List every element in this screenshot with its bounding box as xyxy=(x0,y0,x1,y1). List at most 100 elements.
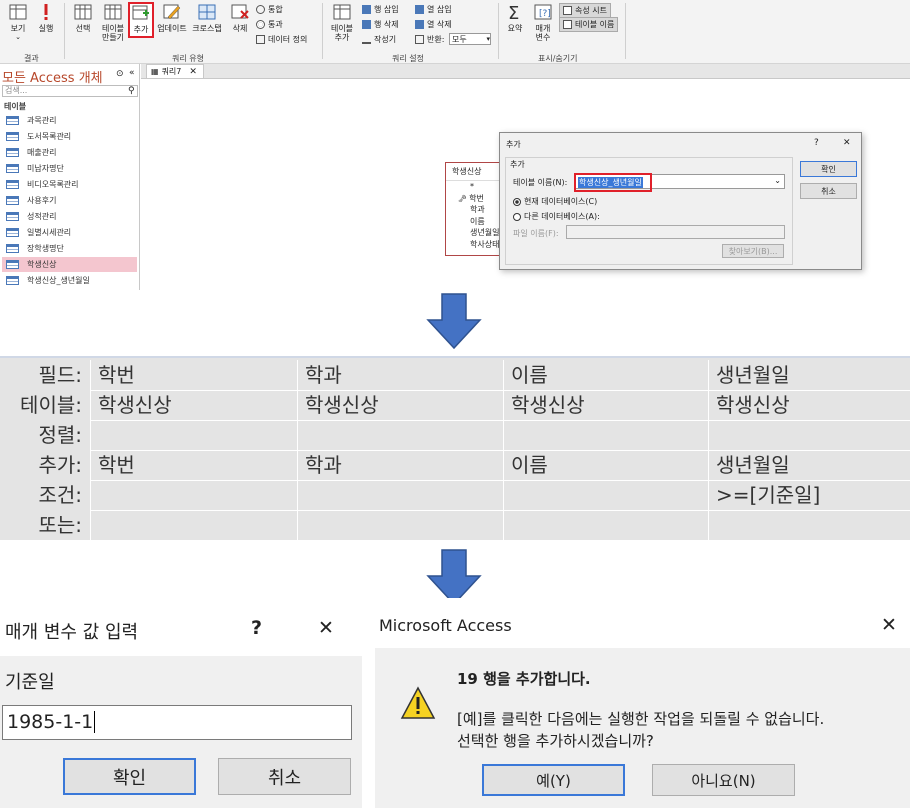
nav-item[interactable]: 사용후기 xyxy=(2,193,137,208)
table-icon xyxy=(6,180,19,189)
grid-cell[interactable] xyxy=(503,420,708,450)
cancel-button[interactable]: 취소 xyxy=(218,758,351,795)
property-sheet-button[interactable]: 속성 시트 xyxy=(559,3,611,18)
query-type-group-label: 쿼리 유형 xyxy=(172,54,204,63)
nav-item[interactable]: 일별시세관리 xyxy=(2,225,137,240)
parameters-button[interactable]: [?] 매개 변수 xyxy=(530,3,556,42)
grid-cell[interactable] xyxy=(503,510,708,540)
delete-query-button[interactable]: 삭제 xyxy=(227,3,253,33)
nav-menu-icon[interactable]: ⊙ xyxy=(116,69,124,79)
grid-cell[interactable]: 생년월일 xyxy=(708,360,910,390)
grid-cell[interactable]: 학과 xyxy=(297,450,503,480)
nav-category-tables[interactable]: 테이블 xyxy=(4,101,26,112)
grid-cell[interactable]: 학과 xyxy=(297,360,503,390)
grid-cell[interactable]: >=[기준일] xyxy=(708,480,910,510)
field-item[interactable]: 학과 xyxy=(446,204,504,216)
close-icon[interactable]: ✕ xyxy=(843,138,851,148)
field-item[interactable]: 🗝 학번 xyxy=(446,193,504,205)
collapse-icon[interactable]: « xyxy=(129,68,135,78)
file-name-input[interactable] xyxy=(566,225,785,239)
current-db-radio[interactable]: 현재 데이터베이스(C) xyxy=(513,196,597,207)
run-button[interactable]: 실행 xyxy=(34,3,58,33)
passthrough-query-button[interactable]: 통과 xyxy=(256,19,283,30)
ribbon: 보기 ⌄ 실행 결과 선택 테이블 만들기 추가 업데이트 크로스탭 삭제 통합 … xyxy=(0,0,910,64)
table-icon xyxy=(6,276,19,285)
grid-row-label: 조건: xyxy=(38,483,82,507)
group-separator xyxy=(498,3,499,59)
grid-cell[interactable]: 학번 xyxy=(90,360,297,390)
document-tab[interactable]: ▦ 쿼리7 ✕ xyxy=(146,64,204,78)
grid-cell[interactable]: 이름 xyxy=(503,360,708,390)
make-table-button[interactable]: 테이블 만들기 xyxy=(99,3,127,42)
grid-cell[interactable]: 학생신상 xyxy=(90,390,297,420)
grid-cell[interactable] xyxy=(90,510,297,540)
other-db-radio[interactable]: 다른 데이터베이스(A): xyxy=(513,211,600,222)
nav-item[interactable]: 매출관리 xyxy=(2,145,137,160)
insert-columns-button[interactable]: 열 삽입 xyxy=(415,4,452,15)
nav-item[interactable]: 도서목록관리 xyxy=(2,129,137,144)
totals-button[interactable]: Σ 요약 xyxy=(503,3,527,33)
grid-cell[interactable]: 학번 xyxy=(90,450,297,480)
parameter-value-input[interactable]: 1985-1-1 xyxy=(2,705,352,740)
nav-item[interactable]: 학생신상 xyxy=(2,257,137,272)
close-icon[interactable]: ✕ xyxy=(318,617,334,639)
field-item[interactable]: 생년월일 xyxy=(446,227,504,239)
view-button[interactable]: 보기 ⌄ xyxy=(6,3,30,42)
close-icon[interactable]: ✕ xyxy=(881,614,897,636)
query-setup-group-label: 쿼리 설정 xyxy=(392,54,424,63)
delete-columns-button[interactable]: 열 삭제 xyxy=(415,19,452,30)
builder-button[interactable]: 작성기 xyxy=(362,34,396,45)
cancel-button[interactable]: 취소 xyxy=(800,183,857,199)
grid-cell[interactable]: 학생신상 xyxy=(297,390,503,420)
close-tab-icon[interactable]: ✕ xyxy=(189,67,197,77)
grid-cell[interactable] xyxy=(297,480,503,510)
grid-cell[interactable] xyxy=(708,510,910,540)
browse-button[interactable]: 찾아보기(B)... xyxy=(722,244,784,258)
union-query-button[interactable]: 통합 xyxy=(256,4,283,15)
ok-button[interactable]: 확인 xyxy=(800,161,857,177)
nav-item[interactable]: 미납자명단 xyxy=(2,161,137,176)
grid-cell[interactable] xyxy=(90,420,297,450)
table-name-label: 테이블 이름(N): xyxy=(513,178,568,187)
help-icon[interactable]: ? xyxy=(814,138,819,148)
nav-item[interactable]: 성적관리 xyxy=(2,209,137,224)
show-table-button[interactable]: 테이블 추가 xyxy=(328,3,356,42)
grid-cell[interactable]: 생년월일 xyxy=(708,450,910,480)
grid-cell[interactable] xyxy=(297,510,503,540)
field-list-window[interactable]: 학생신상 * 🗝 학번 학과 이름 생년월일 학사상태 xyxy=(445,162,505,256)
update-query-button[interactable]: 업데이트 xyxy=(156,3,188,33)
crosstab-query-button[interactable]: 크로스탭 xyxy=(190,3,224,33)
nav-item[interactable]: 장학생명단 xyxy=(2,241,137,256)
nav-item[interactable]: 과목관리 xyxy=(2,113,137,128)
yes-button[interactable]: 예(Y) xyxy=(482,764,625,796)
nav-item[interactable]: 비디오목록관리 xyxy=(2,177,137,192)
grid-cell[interactable] xyxy=(297,420,503,450)
field-item[interactable]: * xyxy=(446,181,504,193)
select-query-button[interactable]: 선택 xyxy=(70,3,96,33)
delete-x-icon xyxy=(231,4,249,19)
grid-cell[interactable] xyxy=(90,480,297,510)
table-icon xyxy=(6,196,19,205)
grid-cell[interactable]: 학생신상 xyxy=(708,390,910,420)
no-button[interactable]: 아니요(N) xyxy=(652,764,795,796)
delete-rows-button[interactable]: 행 삭제 xyxy=(362,19,399,30)
grid-cell[interactable] xyxy=(503,480,708,510)
warning-icon xyxy=(400,686,436,719)
field-item[interactable]: 학사상태 xyxy=(446,239,504,251)
insert-rows-button[interactable]: 행 삽입 xyxy=(362,4,399,15)
field-item[interactable]: 이름 xyxy=(446,216,504,228)
ok-button[interactable]: 확인 xyxy=(63,758,196,795)
grid-cell[interactable] xyxy=(708,420,910,450)
grid-cell[interactable]: 학생신상 xyxy=(503,390,708,420)
grid-cell[interactable]: 이름 xyxy=(503,450,708,480)
nav-search-input[interactable]: 검색... xyxy=(2,85,138,97)
help-icon[interactable]: ? xyxy=(251,617,262,639)
table-names-button[interactable]: 테이블 이름 xyxy=(559,17,619,32)
nav-item[interactable]: 학생신상_생년월일 xyxy=(2,273,137,288)
append-query-button[interactable]: 추가 xyxy=(128,2,154,38)
chevron-down-icon: ⌄ xyxy=(774,176,781,185)
insert-columns-icon xyxy=(415,5,424,14)
grid-divider xyxy=(90,420,910,421)
return-dropdown[interactable]: 모두 ▾ xyxy=(449,33,491,45)
data-definition-button[interactable]: 데이터 정의 xyxy=(256,34,307,45)
